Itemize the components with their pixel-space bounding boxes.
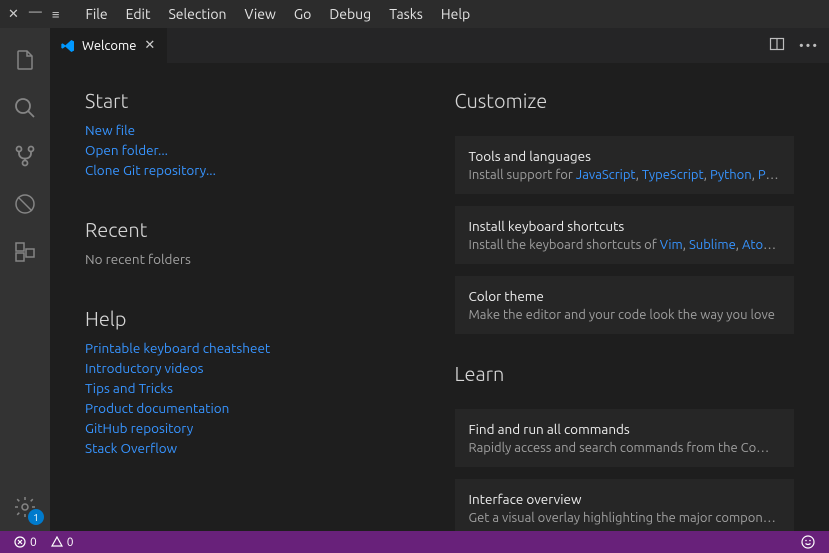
card-link[interactable]: Vim <box>660 238 683 252</box>
status-errors[interactable]: 0 <box>10 536 41 549</box>
titlebar: ✕ — ≡ FileEditSelectionViewGoDebugTasksH… <box>0 0 829 28</box>
learn-section: Learn Find and run all commands Rapidly a… <box>455 362 795 531</box>
start-heading: Start <box>85 89 425 112</box>
settings-badge: 1 <box>28 509 44 525</box>
smiley-icon <box>801 535 815 549</box>
learn-card[interactable]: Interface overview Get a visual overlay h… <box>455 479 795 531</box>
customize-heading: Customize <box>455 89 795 112</box>
extensions-icon[interactable] <box>0 228 50 276</box>
card-description: Get a visual overlay highlighting the ma… <box>469 511 781 525</box>
help-link[interactable]: Product documentation <box>85 400 425 416</box>
customize-card[interactable]: Install keyboard shortcuts Install the ke… <box>455 206 795 264</box>
card-link[interactable]: Sublime <box>689 238 736 252</box>
menu-help[interactable]: Help <box>433 4 478 24</box>
menubar: FileEditSelectionViewGoDebugTasksHelp <box>77 4 478 24</box>
editor-actions: ••• <box>759 28 829 63</box>
learn-heading: Learn <box>455 362 795 385</box>
card-title: Find and run all commands <box>469 421 781 437</box>
tab-welcome[interactable]: Welcome ✕ <box>50 28 167 63</box>
card-link[interactable]: JavaScript <box>576 168 636 182</box>
start-link[interactable]: Open folder... <box>85 142 425 158</box>
more-actions-icon[interactable]: ••• <box>799 39 819 53</box>
welcome-left-column: Start New file Open folder... Clone Git re… <box>85 81 425 513</box>
vscode-icon <box>60 38 76 54</box>
welcome-page: Start New file Open folder... Clone Git re… <box>50 63 829 531</box>
help-link[interactable]: Stack Overflow <box>85 440 425 456</box>
recent-empty-text: No recent folders <box>85 251 425 267</box>
warning-count: 0 <box>67 536 74 549</box>
error-icon <box>14 536 26 548</box>
menu-selection[interactable]: Selection <box>160 4 234 24</box>
status-feedback[interactable] <box>797 535 819 549</box>
card-description: Install support for JavaScript, TypeScri… <box>469 168 781 182</box>
start-link[interactable]: Clone Git repository... <box>85 162 425 178</box>
gear-icon[interactable]: 1 <box>0 483 50 531</box>
menu-file[interactable]: File <box>77 4 115 24</box>
card-title: Install keyboard shortcuts <box>469 218 781 234</box>
search-icon[interactable] <box>0 84 50 132</box>
window-minimize-icon[interactable]: — <box>29 5 42 19</box>
card-title: Interface overview <box>469 491 781 507</box>
source-control-icon[interactable] <box>0 132 50 180</box>
workbench: 1 Welcome ✕ ••• Start <box>0 28 829 531</box>
recent-section: Recent No recent folders <box>85 218 425 267</box>
status-bar: 0 0 <box>0 531 829 553</box>
card-description: Rapidly access and search commands from … <box>469 441 781 455</box>
card-link[interactable]: Atom <box>742 238 776 252</box>
card-description: Install the keyboard shortcuts of Vim, S… <box>469 238 781 252</box>
window-close-icon[interactable]: ✕ <box>8 7 19 22</box>
menu-go[interactable]: Go <box>286 4 319 24</box>
menu-edit[interactable]: Edit <box>118 4 159 24</box>
status-warnings[interactable]: 0 <box>47 536 78 549</box>
card-description: Make the editor and your code look the w… <box>469 308 781 322</box>
menu-debug[interactable]: Debug <box>321 4 379 24</box>
help-link[interactable]: Introductory videos <box>85 360 425 376</box>
help-link[interactable]: GitHub repository <box>85 420 425 436</box>
card-link[interactable]: PHP <box>758 168 780 182</box>
card-link[interactable]: Python <box>710 168 752 182</box>
explorer-icon[interactable] <box>0 36 50 84</box>
start-link[interactable]: New file <box>85 122 425 138</box>
editor-area: Welcome ✕ ••• Start New file Open folder.… <box>50 28 829 531</box>
customize-card[interactable]: Tools and languages Install support for J… <box>455 136 795 194</box>
welcome-right-column: Customize Tools and languages Install sup… <box>455 81 795 513</box>
tab-bar: Welcome ✕ ••• <box>50 28 829 63</box>
activity-bar: 1 <box>0 28 50 531</box>
learn-card[interactable]: Find and run all commands Rapidly access … <box>455 409 795 467</box>
help-link[interactable]: Tips and Tricks <box>85 380 425 396</box>
window-controls: ✕ — ≡ <box>8 7 59 22</box>
split-editor-icon[interactable] <box>769 36 785 55</box>
help-link[interactable]: Printable keyboard cheatsheet <box>85 340 425 356</box>
close-icon[interactable]: ✕ <box>142 36 157 55</box>
debug-icon[interactable] <box>0 180 50 228</box>
customize-card[interactable]: Color theme Make the editor and your code… <box>455 276 795 334</box>
warning-icon <box>51 536 63 548</box>
menu-tasks[interactable]: Tasks <box>381 4 431 24</box>
tab-title: Welcome <box>82 39 136 53</box>
help-heading: Help <box>85 307 425 330</box>
error-count: 0 <box>30 536 37 549</box>
start-section: Start New file Open folder... Clone Git re… <box>85 89 425 178</box>
menu-view[interactable]: View <box>237 4 284 24</box>
card-title: Tools and languages <box>469 148 781 164</box>
recent-heading: Recent <box>85 218 425 241</box>
card-link[interactable]: TypeScript <box>642 168 704 182</box>
help-section: Help Printable keyboard cheatsheet Introd… <box>85 307 425 456</box>
customize-section: Customize Tools and languages Install sup… <box>455 89 795 334</box>
card-title: Color theme <box>469 288 781 304</box>
window-menu-icon[interactable]: ≡ <box>52 7 60 22</box>
